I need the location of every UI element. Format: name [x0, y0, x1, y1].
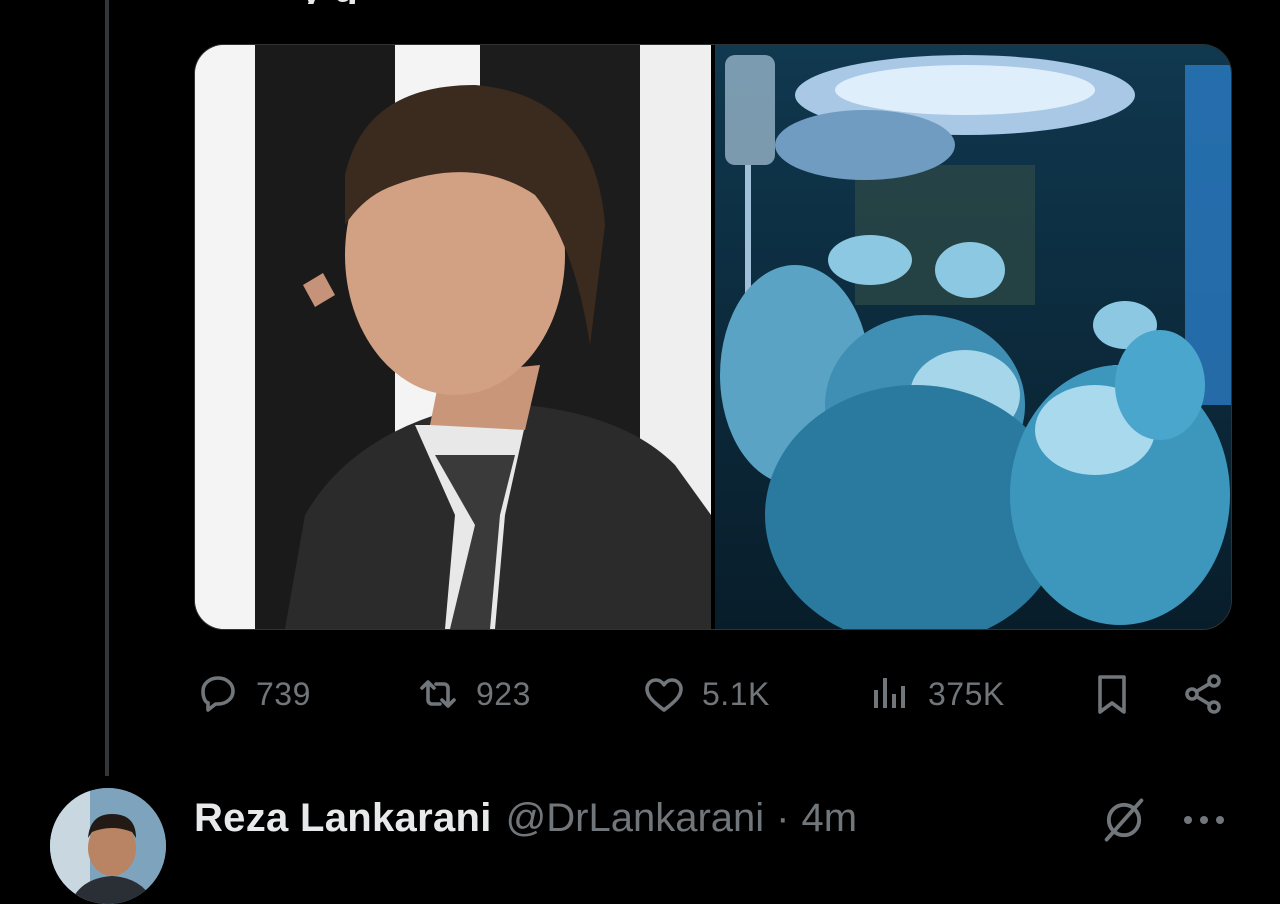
bookmark-icon [1098, 675, 1126, 714]
reply-tweet-header: Reza Lankarani @DrLankarani · 4m [0, 776, 1280, 904]
separator-dot: · [776, 795, 790, 840]
post-time[interactable]: 4m [802, 796, 858, 841]
author-name[interactable]: Reza Lankarani [194, 796, 492, 841]
tweet-text-fragment: y g [300, 0, 560, 4]
more-icon [1184, 816, 1224, 824]
tweet-action-bar: 739 923 5.1K 375K [194, 664, 1230, 724]
heart-icon [645, 678, 683, 712]
surgery-image [715, 45, 1231, 629]
author-handle[interactable]: @DrLankarani [506, 796, 765, 841]
media-image-surgery[interactable] [715, 45, 1231, 629]
share-icon [1185, 674, 1221, 714]
like-count: 5.1K [702, 675, 770, 712]
tweet-media-grid[interactable] [194, 44, 1232, 630]
media-image-portrait[interactable] [195, 45, 715, 629]
repost-count: 923 [476, 675, 531, 712]
views-icon [874, 678, 905, 708]
like-button[interactable]: 5.1K [640, 664, 770, 724]
reply-author-line: Reza Lankarani @DrLankarani · 4m [194, 794, 857, 842]
portrait-image [195, 45, 711, 629]
reply-button[interactable]: 739 [194, 664, 311, 724]
repost-button[interactable]: 923 [414, 664, 531, 724]
grok-button[interactable] [1098, 794, 1150, 846]
grok-icon [1104, 798, 1144, 842]
bookmark-button[interactable] [1088, 664, 1136, 724]
views-button[interactable]: 375K [866, 664, 1005, 724]
views-count: 375K [928, 675, 1005, 712]
avatar-image [50, 788, 166, 904]
thread-connector-line [105, 0, 109, 776]
more-options-button[interactable] [1180, 800, 1228, 840]
repost-icon [420, 680, 456, 708]
reply-icon [201, 676, 235, 712]
share-button[interactable] [1180, 664, 1228, 724]
avatar[interactable] [50, 788, 166, 904]
reply-count: 739 [256, 675, 311, 712]
